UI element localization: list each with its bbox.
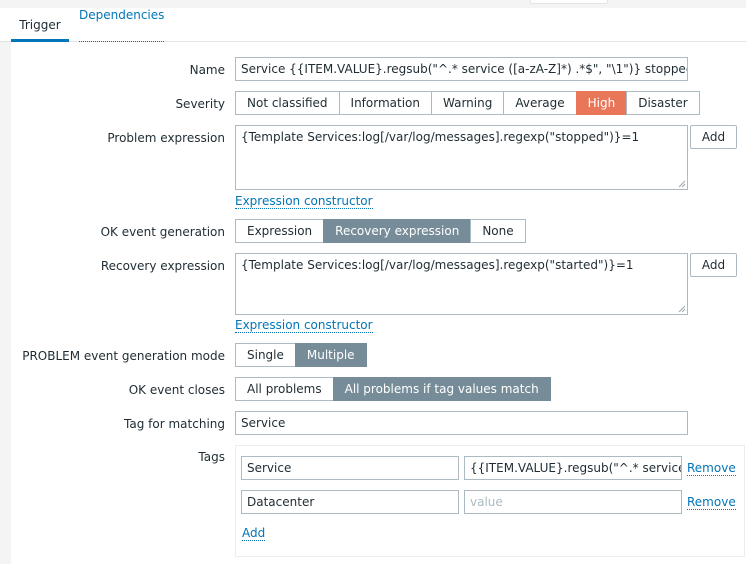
problem-expression-constructor-link[interactable]: Expression constructor: [235, 194, 373, 209]
ok-closes-tag-match[interactable]: All problems if tag values match: [332, 377, 551, 401]
tag-name-input[interactable]: Datacenter: [241, 490, 459, 514]
tag-value-input[interactable]: value: [464, 490, 682, 514]
problem-expression-label: Problem expression: [107, 131, 225, 145]
ok-event-closes-label: OK event closes: [128, 383, 225, 397]
severity-not-classified[interactable]: Not classified: [235, 91, 340, 115]
problem-expression-value: {Template Services:log[/var/log/messages…: [241, 130, 640, 144]
ok-event-generation-label: OK event generation: [100, 225, 225, 239]
tab-trigger[interactable]: Trigger: [11, 8, 69, 42]
tag-remove-link[interactable]: Remove: [687, 461, 736, 476]
tag-name-input[interactable]: Service: [241, 456, 459, 480]
tag-add-link[interactable]: Add: [242, 526, 266, 541]
ok-generation-expression[interactable]: Expression: [235, 219, 325, 243]
tags-table: Service {{ITEM.VALUE}.regsub("^.* servic…: [235, 445, 745, 557]
name-label: Name: [189, 63, 225, 77]
form-panel: Name Service {{ITEM.VALUE}.regsub("^.* s…: [11, 42, 746, 564]
severity-label: Severity: [175, 97, 225, 111]
trigger-form-page: Trigger Dependencies Name Service {{ITEM…: [0, 0, 746, 564]
severity-high[interactable]: High: [575, 91, 628, 115]
recovery-expression-constructor-link[interactable]: Expression constructor: [235, 318, 373, 333]
ok-event-generation-selector: Expression Recovery expression None: [235, 219, 526, 243]
problem-mode-multiple[interactable]: Multiple: [294, 343, 367, 367]
severity-disaster[interactable]: Disaster: [626, 91, 700, 115]
recovery-expression-add-button[interactable]: Add: [690, 253, 737, 277]
tag-for-matching-input[interactable]: Service: [235, 411, 688, 435]
problem-expression-textarea[interactable]: {Template Services:log[/var/log/messages…: [235, 125, 688, 190]
tag-for-matching-label: Tag for matching: [124, 417, 225, 431]
problem-mode-single[interactable]: Single: [235, 343, 296, 367]
top-strip: [0, 0, 746, 8]
severity-warning[interactable]: Warning: [431, 91, 505, 115]
severity-selector: Not classified Information Warning Avera…: [235, 91, 700, 115]
tags-label: Tags: [198, 450, 225, 464]
ok-generation-recovery-expression[interactable]: Recovery expression: [323, 219, 472, 243]
tag-remove-link[interactable]: Remove: [687, 495, 736, 510]
ok-closes-all-problems[interactable]: All problems: [235, 377, 334, 401]
name-input[interactable]: Service {{ITEM.VALUE}.regsub("^.* servic…: [235, 57, 688, 81]
problem-mode-selector: Single Multiple: [235, 343, 367, 367]
resize-grip-icon[interactable]: [678, 180, 686, 188]
ok-event-closes-selector: All problems All problems if tag values …: [235, 377, 551, 401]
recovery-expression-textarea[interactable]: {Template Services:log[/var/log/messages…: [235, 253, 688, 315]
severity-average[interactable]: Average: [503, 91, 577, 115]
top-button-edge[interactable]: [530, 0, 608, 4]
resize-grip-icon[interactable]: [678, 305, 686, 313]
severity-information[interactable]: Information: [338, 91, 432, 115]
recovery-expression-label: Recovery expression: [100, 259, 225, 273]
tag-value-input[interactable]: {{ITEM.VALUE}.regsub("^.* service ([a-: [464, 456, 682, 480]
tab-dependencies[interactable]: Dependencies: [79, 8, 165, 42]
tab-bar: Trigger Dependencies: [0, 8, 746, 42]
problem-mode-label: PROBLEM event generation mode: [22, 349, 225, 363]
ok-generation-none[interactable]: None: [470, 219, 526, 243]
problem-expression-add-button[interactable]: Add: [690, 125, 737, 149]
recovery-expression-value: {Template Services:log[/var/log/messages…: [241, 258, 634, 272]
